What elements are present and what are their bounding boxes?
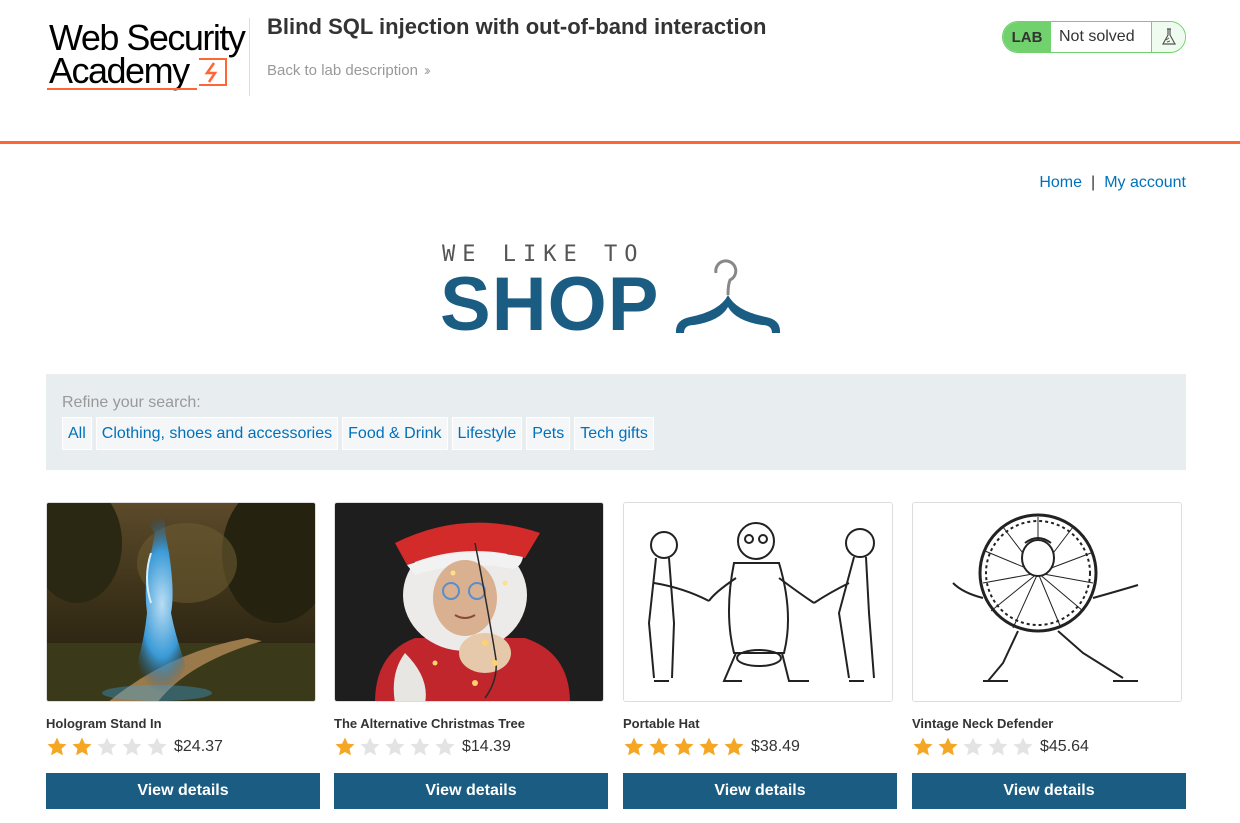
home-link[interactable]: Home: [1039, 174, 1082, 191]
star-empty-icon: [988, 737, 1008, 756]
star-filled-icon: [624, 737, 644, 756]
product-card: Portable Hat $38.49 View details: [623, 502, 897, 809]
my-account-link[interactable]: My account: [1104, 174, 1186, 191]
view-details-button[interactable]: View details: [623, 773, 897, 809]
back-to-lab-description-link[interactable]: Back to lab description ››: [267, 62, 431, 79]
rating-stars: [334, 736, 456, 758]
star-empty-icon: [385, 737, 405, 756]
product-name: The Alternative Christmas Tree: [334, 716, 525, 731]
product-image[interactable]: [623, 502, 893, 702]
filter-label: Refine your search:: [62, 394, 201, 411]
filter-lifestyle[interactable]: Lifestyle: [451, 417, 523, 450]
product-name: Vintage Neck Defender: [912, 716, 1054, 731]
back-link-label: Back to lab description: [267, 62, 418, 79]
lightning-bolt-icon: [199, 58, 227, 86]
lab-status-text: Not solved: [1051, 22, 1151, 52]
banner-title: SHOP: [440, 262, 660, 347]
star-filled-icon: [335, 737, 355, 756]
star-empty-icon: [1013, 737, 1033, 756]
view-details-button[interactable]: View details: [334, 773, 608, 809]
product-image[interactable]: [46, 502, 316, 702]
filter-pets[interactable]: Pets: [526, 417, 571, 450]
lab-badge: LAB: [1003, 22, 1051, 52]
filter-food-drink[interactable]: Food & Drink: [342, 417, 448, 450]
lab-title: Blind SQL injection with out-of-band int…: [267, 14, 767, 39]
star-filled-icon: [913, 737, 933, 756]
product-price: $24.37: [174, 738, 223, 755]
flask-icon: [1151, 22, 1185, 52]
shop-banner: WE LIKE TO SHOP: [440, 243, 800, 343]
rating-stars: [912, 736, 1034, 758]
product-meta: $24.37: [46, 735, 320, 759]
search-filters: Refine your search: All Clothing, shoes …: [46, 374, 1186, 470]
nav-separator: |: [1091, 174, 1096, 191]
rating-stars: [623, 736, 745, 758]
hanger-icon: [675, 259, 781, 333]
star-empty-icon: [122, 737, 142, 756]
product-image[interactable]: [912, 502, 1182, 702]
product-meta: $45.64: [912, 735, 1186, 759]
view-details-button[interactable]: View details: [46, 773, 320, 809]
product-price: $45.64: [1040, 738, 1089, 755]
rating-stars: [46, 736, 168, 758]
logo-underline: [47, 88, 197, 90]
view-details-button[interactable]: View details: [912, 773, 1186, 809]
filter-tech-gifts[interactable]: Tech gifts: [574, 417, 654, 450]
product-name: Portable Hat: [623, 716, 700, 731]
filter-clothing[interactable]: Clothing, shoes and accessories: [95, 417, 339, 450]
product-image[interactable]: [334, 502, 604, 702]
star-empty-icon: [435, 737, 455, 756]
product-name: Hologram Stand In: [46, 716, 162, 731]
product-meta: $38.49: [623, 735, 897, 759]
star-filled-icon: [47, 737, 67, 756]
account-nav: Home | My account: [1039, 174, 1186, 192]
academy-header: Web Security Academy Blind SQL injection…: [0, 0, 1240, 144]
product-card: Vintage Neck Defender $45.64 View detail…: [912, 502, 1186, 809]
filter-all[interactable]: All: [62, 417, 92, 450]
product-meta: $14.39: [334, 735, 608, 759]
star-empty-icon: [963, 737, 983, 756]
header-divider: [249, 18, 250, 96]
star-filled-icon: [72, 737, 92, 756]
product-price: $38.49: [751, 738, 800, 755]
double-chevron-right-icon: ››: [423, 62, 431, 79]
product-grid: Hologram Stand In $24.37 View details Th…: [46, 502, 1186, 823]
product-card: The Alternative Christmas Tree $14.39 Vi…: [334, 502, 608, 809]
star-filled-icon: [699, 737, 719, 756]
star-empty-icon: [97, 737, 117, 756]
star-filled-icon: [649, 737, 669, 756]
category-filter-list: All Clothing, shoes and accessories Food…: [62, 417, 654, 450]
web-security-academy-logo[interactable]: Web Security Academy: [47, 18, 247, 94]
star-empty-icon: [410, 737, 430, 756]
star-empty-icon: [360, 737, 380, 756]
star-filled-icon: [724, 737, 744, 756]
star-empty-icon: [147, 737, 167, 756]
product-card: Hologram Stand In $24.37 View details: [46, 502, 320, 809]
star-filled-icon: [938, 737, 958, 756]
product-price: $14.39: [462, 738, 511, 755]
star-filled-icon: [674, 737, 694, 756]
lab-status-widget: LAB Not solved: [1002, 21, 1186, 53]
logo-line2: Academy: [49, 50, 190, 91]
